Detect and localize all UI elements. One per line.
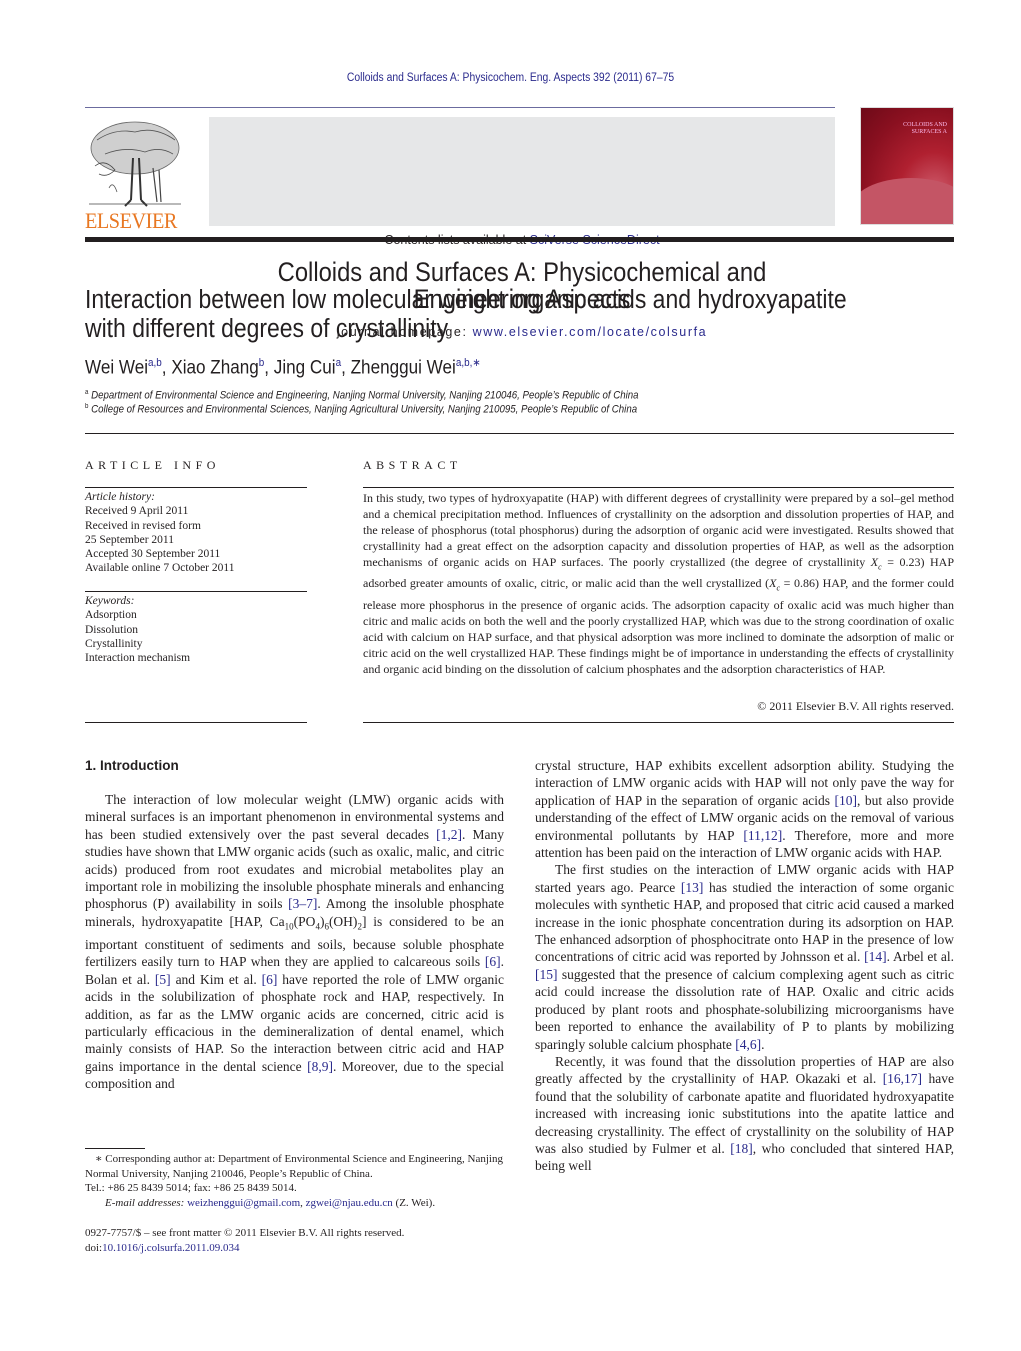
running-header[interactable]: Colloids and Surfaces A: Physicochem. En… [51,72,970,84]
history-item: Accepted 30 September 2011 [85,548,221,561]
body-paragraph: The interaction of low molecular weight … [85,792,505,1092]
citation-link[interactable]: [6] [262,972,278,987]
front-matter-info: 0927-7757/$ – see front matter © 2011 El… [85,1226,510,1256]
affiliation-a: a Department of Environmental Science an… [85,389,639,402]
journal-title-line1: Colloids and Surfaces A: Physicochemical… [277,257,767,287]
author-affiliation-mark[interactable]: b [259,357,265,369]
history-item: 25 September 2011 [85,533,175,546]
doi-prefix: doi: [85,1242,103,1254]
issn-line: 0927-7757/$ – see front matter © 2011 El… [85,1227,405,1239]
journal-masthead: Contents lists available at SciVerse Sci… [209,117,835,339]
body-paragraph: Recently, it was found that the dissolut… [535,1053,954,1174]
keyword-item: Crystallinity [85,637,143,650]
affiliation-mark: b [85,403,89,410]
cover-title-line2: SURFACES A [911,129,947,135]
abstract-divider [363,487,954,488]
article-info-heading: ARTICLE INFO [85,458,220,472]
author-affiliation-mark[interactable]: a,b,∗ [456,357,481,369]
footnote-divider [85,1148,145,1149]
article-history-label: Article history: [85,491,155,503]
citation-link[interactable]: [10] [835,793,858,808]
footnote-emails: E-mail addresses: weizhenggui@gmail.com,… [105,1196,436,1209]
author-name[interactable]: Jing Cui [274,357,336,378]
citation-link[interactable]: [6] [485,954,501,969]
keyword-item: Interaction mechanism [85,652,191,665]
affiliation-mark: a [85,389,89,396]
email-label: E-mail addresses: [105,1196,185,1209]
history-item: Available online 7 October 2011 [85,562,235,575]
body-paragraph: crystal structure, HAP exhibits excellen… [535,758,955,861]
author-affiliation-mark[interactable]: a,b [148,357,162,369]
citation-link[interactable]: [3–7] [288,896,317,911]
masthead-divider [85,237,954,242]
article-title: Interaction between low molecular weight… [85,286,877,344]
cover-wave-decoration [861,178,953,224]
abstract-copyright: © 2011 Elsevier B.V. All rights reserved… [757,699,954,713]
email-link[interactable]: zgwei@njau.edu.cn [306,1197,393,1209]
article-info-divider [85,487,307,488]
abstract-part: In this study, two types of hydroxyapati… [363,491,954,569]
abstract-text: In this study, two types of hydroxyapati… [363,490,954,677]
history-item: Received 9 April 2011 [85,505,189,518]
keyword-item: Adsorption [85,609,137,622]
citation-link[interactable]: [1,2] [436,827,462,842]
history-item: Received in revised form [85,519,201,532]
article-title-line1: Interaction between low molecular weight… [85,286,847,314]
affiliation-text: College of Resources and Environmental S… [91,403,638,416]
citation-link[interactable]: [14] [864,949,887,964]
article-title-line2: with different degrees of crystallinity [85,315,449,343]
citation-link[interactable]: [15] [535,967,558,982]
front-matter-divider [85,433,954,434]
author-name[interactable]: Xiao Zhang [171,357,258,378]
affiliation-text: Department of Environmental Science and … [91,389,639,402]
section-heading-introduction: 1. Introduction [85,758,179,773]
citation-link[interactable]: [16,17] [883,1071,922,1086]
cover-title: COLLOIDS AND SURFACES A [903,122,947,136]
abstract-end-divider [363,722,954,723]
affiliation-b: b College of Resources and Environmental… [85,403,637,416]
journal-cover-image: COLLOIDS AND SURFACES A [860,107,954,225]
keywords-divider [85,591,307,592]
header-divider [85,107,835,108]
author-affiliation-mark[interactable]: a [336,357,342,369]
cover-title-line1: COLLOIDS AND [903,122,947,128]
footnote-corresponding: ∗ Corresponding author at: Department of… [85,1153,503,1180]
body-column-left: The interaction of low molecular weight … [85,791,504,1093]
citation-link[interactable]: [4,6] [735,1037,761,1052]
abstract-heading: ABSTRACT [363,458,462,472]
body-paragraph: The first studies on the interaction of … [535,862,954,1052]
article-info-end-divider [85,722,307,723]
email-link[interactable]: weizhenggui@gmail.com [187,1197,300,1209]
keyword-item: Dissolution [85,623,139,636]
abstract-part: = 0.86) HAP, and the former could releas… [363,576,954,676]
author-name[interactable]: Wei Wei [85,357,148,378]
footnote-tel: Tel.: +86 25 8439 5014; fax: +86 25 8439… [85,1182,297,1194]
citation-link[interactable]: [11,12] [743,828,782,843]
citation-link[interactable]: [8,9] [307,1059,333,1074]
elsevier-wordmark: ELSEVIER [85,208,177,233]
citation-link[interactable]: [5] [155,972,171,987]
keywords: Keywords: Adsorption Dissolution Crystal… [85,594,190,665]
article-history: Article history: Received 9 April 2011 R… [85,490,234,576]
doi-line: doi:10.1016/j.colsurfa.2011.09.034 [85,1241,510,1256]
author-name[interactable]: Zhenggui Wei [351,357,456,378]
body-column-right: crystal structure, HAP exhibits excellen… [535,757,954,1175]
citation-link[interactable]: [18] [730,1141,753,1156]
email-suffix: (Z. Wei). [392,1196,436,1209]
author-list: Wei Weia,b, Xiao Zhangb, Jing Cuia, Zhen… [85,357,481,379]
doi-link[interactable]: 10.1016/j.colsurfa.2011.09.034 [102,1242,239,1254]
corresponding-author-footnote: ∗ Corresponding author at: Department of… [85,1152,510,1210]
keywords-label: Keywords: [85,595,135,607]
citation-link[interactable]: [13] [681,880,704,895]
